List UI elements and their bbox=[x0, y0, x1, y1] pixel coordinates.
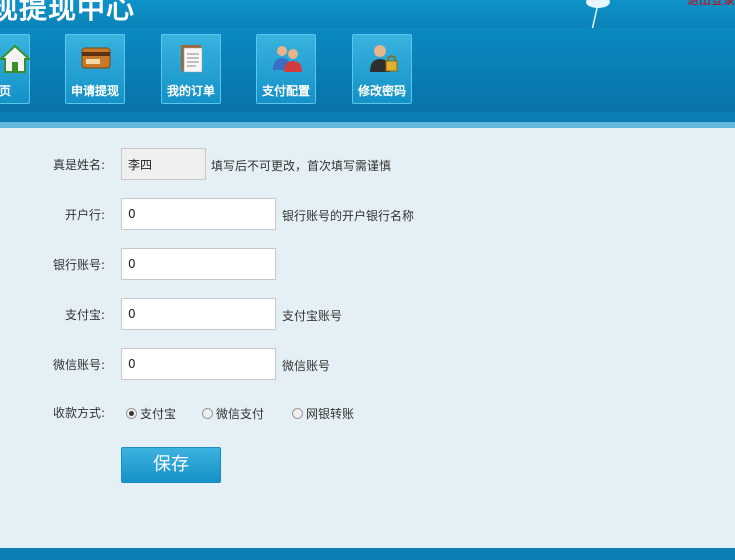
payment-method-row: 收款方式: bbox=[0, 396, 735, 428]
footer-bar bbox=[0, 548, 735, 560]
payment-method-label: 收款方式: bbox=[52, 406, 105, 420]
alipay-row: 支付宝: 支付宝账号 bbox=[0, 298, 735, 330]
nav-change-password[interactable]: 修改密码 bbox=[352, 34, 412, 104]
nav-divider bbox=[0, 112, 735, 122]
nav-label: 页 bbox=[0, 84, 12, 98]
real-name-label: 真是姓名: bbox=[52, 158, 105, 172]
nav-label: 申请提现 bbox=[70, 84, 119, 98]
real-name-row: 真是姓名: 填写后不可更改，首次填写需谨慎 bbox=[0, 148, 735, 180]
nav-payment-config[interactable]: 支付配置 bbox=[256, 34, 316, 104]
bank-account-row: 银行账号: bbox=[0, 248, 735, 280]
nav-label: 修改密码 bbox=[357, 84, 406, 98]
home-icon bbox=[0, 44, 31, 73]
radio-bank-transfer[interactable]: 网银转账 bbox=[292, 405, 354, 422]
page-title: 现提现中心 bbox=[0, 0, 136, 25]
header-bar: 现提现中心 退出登录 bbox=[0, 0, 735, 28]
logout-link[interactable]: 退出登录 bbox=[687, 0, 735, 8]
card-icon bbox=[81, 47, 111, 69]
radio-wechat-pay[interactable]: 微信支付 bbox=[202, 405, 264, 422]
nav-my-orders[interactable]: 我的订单 bbox=[161, 34, 221, 104]
clipboard-icon bbox=[181, 45, 203, 73]
nav-divider-light bbox=[0, 122, 735, 128]
nav-label: 我的订单 bbox=[166, 84, 215, 98]
radio-dot-selected[interactable] bbox=[126, 408, 137, 419]
bank-label: 开户行: bbox=[64, 208, 105, 222]
bank-row: 开户行: 银行账号的开户银行名称 bbox=[0, 198, 735, 230]
alipay-label: 支付宝: bbox=[64, 308, 105, 322]
real-name-hint: 填写后不可更改，首次填写需谨慎 bbox=[211, 159, 392, 173]
bank-field[interactable] bbox=[121, 198, 276, 230]
bank-account-field[interactable] bbox=[121, 248, 276, 280]
save-button[interactable]: 保存 bbox=[121, 447, 221, 483]
bank-account-label: 银行账号: bbox=[52, 258, 105, 272]
nav-home[interactable]: 页 bbox=[0, 34, 31, 104]
nav-apply-withdraw[interactable]: 申请提现 bbox=[65, 34, 125, 104]
radio-dot[interactable] bbox=[202, 408, 213, 419]
radio-dot[interactable] bbox=[292, 408, 303, 419]
users-icon bbox=[273, 46, 302, 72]
alipay-field[interactable] bbox=[121, 298, 276, 330]
main-nav: 页 申请提现 我的订单 支付配置 修改密码 bbox=[0, 28, 735, 112]
radio-alipay[interactable]: 支付宝 bbox=[126, 405, 176, 422]
dandelion-icon bbox=[586, 0, 610, 28]
user-lock-icon bbox=[370, 45, 398, 72]
real-name-field bbox=[121, 148, 206, 180]
wechat-hint: 微信账号 bbox=[282, 359, 331, 373]
alipay-hint: 支付宝账号 bbox=[282, 309, 343, 323]
bank-hint: 银行账号的开户银行名称 bbox=[282, 209, 415, 223]
nav-label: 支付配置 bbox=[261, 84, 310, 98]
wechat-label: 微信账号: bbox=[52, 358, 105, 372]
wechat-field[interactable] bbox=[121, 348, 276, 380]
wechat-row: 微信账号: 微信账号 bbox=[0, 348, 735, 380]
